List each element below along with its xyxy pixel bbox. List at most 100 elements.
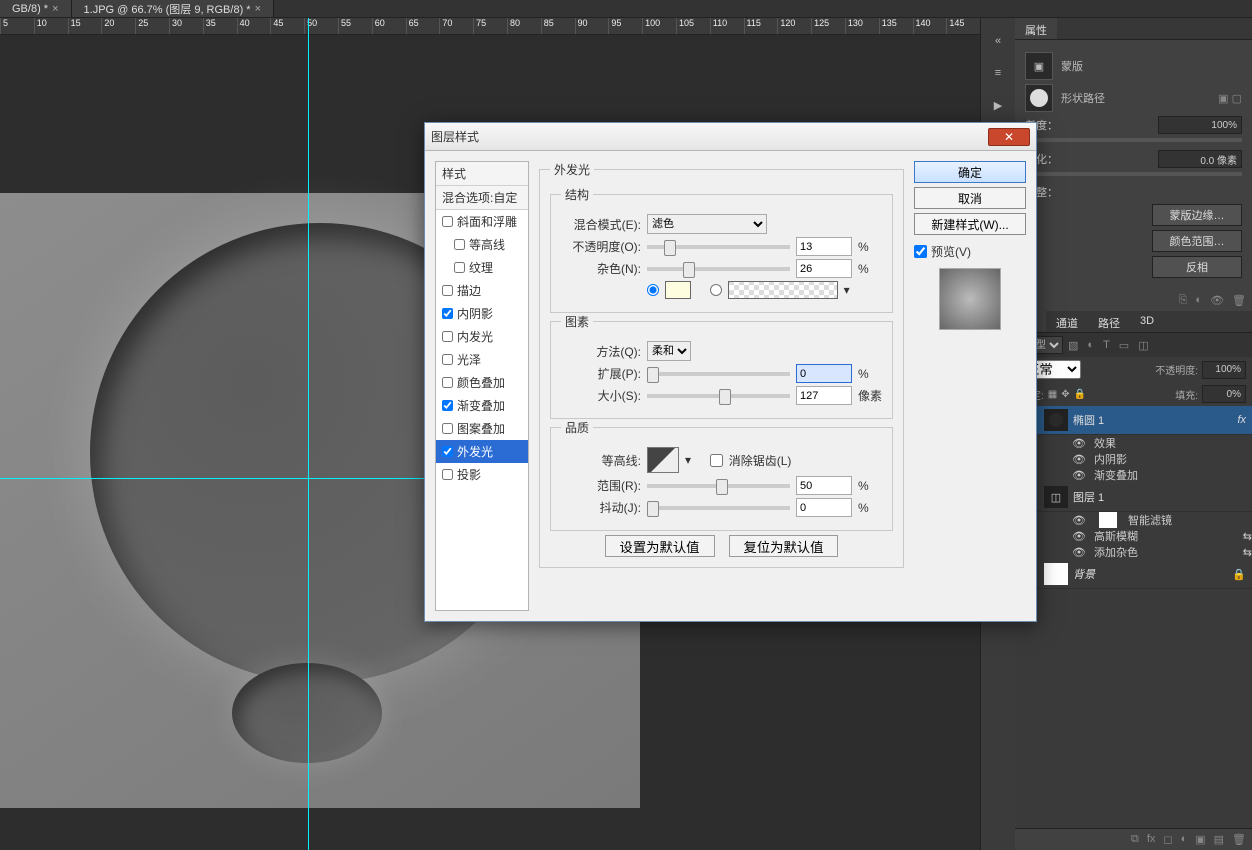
glow-color-swatch[interactable] — [665, 281, 691, 299]
range-slider[interactable] — [647, 484, 790, 488]
link-icon[interactable]: ⎘ — [1179, 294, 1188, 307]
mask-add-icon[interactable]: ◻ — [1163, 833, 1172, 846]
mask-icon[interactable]: ▣ — [1025, 52, 1053, 80]
opt-color-overlay[interactable]: 颜色叠加 — [436, 371, 528, 394]
doc-tab-0[interactable]: GB/8) *× — [0, 0, 72, 17]
filter-adjust-icon[interactable]: ◐ — [1083, 339, 1098, 351]
fx-icon[interactable]: fx — [1147, 833, 1156, 846]
layer-row-layer1[interactable]: 👁 ◫ 图层 1 — [1015, 483, 1252, 512]
filter-type-icon[interactable]: T — [1099, 339, 1114, 351]
opt-stroke[interactable]: 描边 — [436, 279, 528, 302]
filter-smart-icon[interactable]: ◫ — [1134, 339, 1152, 352]
opt-inner-shadow[interactable]: 内阴影 — [436, 302, 528, 325]
glow-opacity-label: 不透明度(O): — [561, 238, 641, 255]
size-input[interactable] — [796, 386, 852, 405]
layer-fill-input[interactable] — [1202, 385, 1246, 403]
blendmode-select[interactable]: 滤色 — [647, 214, 767, 234]
glow-opacity-slider[interactable] — [647, 245, 790, 249]
opt-gradient-overlay[interactable]: 渐变叠加 — [436, 394, 528, 417]
new-style-button[interactable]: 新建样式(W)... — [914, 213, 1026, 235]
layer-row-background[interactable]: 👁 背景 🔒 — [1015, 560, 1252, 589]
tab-paths[interactable]: 路径 — [1088, 311, 1130, 332]
filter-gaussian[interactable]: 👁高斯模糊⇆ — [1015, 528, 1252, 544]
density-input[interactable] — [1158, 116, 1242, 134]
glow-gradient-picker[interactable] — [728, 281, 838, 299]
mask-edge-button[interactable]: 蒙版边缘… — [1152, 204, 1242, 226]
glow-opacity-input[interactable] — [796, 237, 852, 256]
spread-slider[interactable] — [647, 372, 790, 376]
gradient-glow-radio[interactable] — [710, 284, 722, 296]
close-button[interactable]: ✕ — [988, 128, 1030, 146]
effect-inner-shadow[interactable]: 👁内阴影 — [1015, 451, 1252, 467]
noise-input[interactable] — [796, 259, 852, 278]
tab-properties[interactable]: 属性 — [1015, 18, 1057, 39]
opt-bevel[interactable]: 斜面和浮雕 — [436, 210, 528, 233]
opt-contour[interactable]: 等高线 — [436, 233, 528, 256]
cancel-button[interactable]: 取消 — [914, 187, 1026, 209]
adjustment-icon[interactable]: ◐ — [1181, 833, 1188, 846]
opt-satin[interactable]: 光泽 — [436, 348, 528, 371]
eye-icon[interactable]: 👁 — [1210, 294, 1224, 307]
noise-slider[interactable] — [647, 267, 790, 271]
lock-all-icon[interactable]: 🔒 — [1074, 389, 1086, 400]
filter-pixel-icon[interactable]: ▧ — [1064, 339, 1082, 352]
technique-select[interactable]: 柔和 — [647, 341, 691, 361]
reset-default-button[interactable]: 复位为默认值 — [729, 535, 839, 557]
jitter-input[interactable] — [796, 498, 852, 517]
lock-pixels-icon[interactable]: ▦ — [1048, 389, 1057, 400]
layer-thumb[interactable] — [1044, 563, 1068, 585]
color-glow-radio[interactable] — [647, 284, 659, 296]
shape-path-icon[interactable] — [1025, 84, 1053, 112]
jitter-slider[interactable] — [647, 506, 790, 510]
trash-icon[interactable]: 🗑 — [1232, 294, 1246, 307]
preview-checkbox[interactable] — [914, 245, 927, 258]
doc-tab-1[interactable]: 1.JPG @ 66.7% (图层 9, RGB/8) *× — [72, 0, 275, 17]
feather-input[interactable] — [1158, 150, 1242, 168]
contour-picker[interactable] — [647, 447, 679, 473]
play-icon[interactable]: ▶ — [987, 94, 1009, 116]
opt-pattern-overlay[interactable]: 图案叠加 — [436, 417, 528, 440]
layer-lock-row: 锁定: ▦ ✥ 🔒 填充: — [1015, 382, 1252, 406]
antialias-checkbox[interactable] — [710, 454, 723, 467]
link-layers-icon[interactable]: ⧉ — [1131, 833, 1139, 846]
mask-toggle-icon[interactable]: ◐ — [1195, 294, 1202, 307]
spread-input[interactable] — [796, 364, 852, 383]
effect-gradient[interactable]: 👁渐变叠加 — [1015, 467, 1252, 483]
tab-channels[interactable]: 通道 — [1046, 311, 1088, 332]
layer-row-ellipse[interactable]: 👁 椭圆 1 fx — [1015, 406, 1252, 435]
opt-texture[interactable]: 纹理 — [436, 256, 528, 279]
opt-inner-glow[interactable]: 内发光 — [436, 325, 528, 348]
opt-drop-shadow[interactable]: 投影 — [436, 463, 528, 486]
guide-vertical[interactable] — [308, 18, 309, 850]
brush-options-icon[interactable]: ≡ — [987, 62, 1009, 84]
link-mask-icon[interactable]: ▣ ▢ — [1218, 92, 1242, 105]
layer-thumb[interactable] — [1044, 409, 1068, 431]
opt-outer-glow[interactable]: 外发光 — [436, 440, 528, 463]
dialog-titlebar[interactable]: 图层样式 ✕ — [425, 123, 1036, 151]
tab-3d[interactable]: 3D — [1130, 311, 1164, 332]
lock-position-icon[interactable]: ✥ — [1061, 389, 1069, 400]
invert-button[interactable]: 反相 — [1152, 256, 1242, 278]
group-icon[interactable]: ▣ — [1195, 833, 1205, 846]
layer-opacity-input[interactable] — [1202, 361, 1246, 379]
delete-layer-icon[interactable]: 🗑 — [1232, 833, 1246, 846]
layer-thumb[interactable]: ◫ — [1044, 486, 1068, 508]
blending-options[interactable]: 混合选项:自定 — [436, 186, 528, 210]
styles-header[interactable]: 样式 — [436, 162, 528, 186]
filter-noise[interactable]: 👁添加杂色⇆ — [1015, 544, 1252, 560]
effects-group[interactable]: 👁效果 — [1015, 435, 1252, 451]
smart-filters-group[interactable]: 👁智能滤镜 — [1015, 512, 1252, 528]
styles-list: 样式 混合选项:自定 斜面和浮雕 等高线 纹理 描边 内阴影 内发光 光泽 颜色… — [435, 161, 529, 611]
range-input[interactable] — [796, 476, 852, 495]
fx-indicator[interactable]: fx — [1237, 414, 1246, 426]
ok-button[interactable]: 确定 — [914, 161, 1026, 183]
size-slider[interactable] — [647, 394, 790, 398]
new-layer-icon[interactable]: ▤ — [1214, 833, 1224, 846]
close-icon[interactable]: × — [52, 3, 58, 15]
layer-list: 👁 椭圆 1 fx 👁效果 👁内阴影 👁渐变叠加 👁 ◫ 图层 1 👁智能滤镜 … — [1015, 406, 1252, 828]
set-default-button[interactable]: 设置为默认值 — [605, 535, 715, 557]
close-icon[interactable]: × — [255, 3, 261, 15]
color-range-button[interactable]: 颜色范围… — [1152, 230, 1242, 252]
expand-icon[interactable]: « — [987, 30, 1009, 52]
filter-shape-icon[interactable]: ▭ — [1115, 339, 1133, 352]
